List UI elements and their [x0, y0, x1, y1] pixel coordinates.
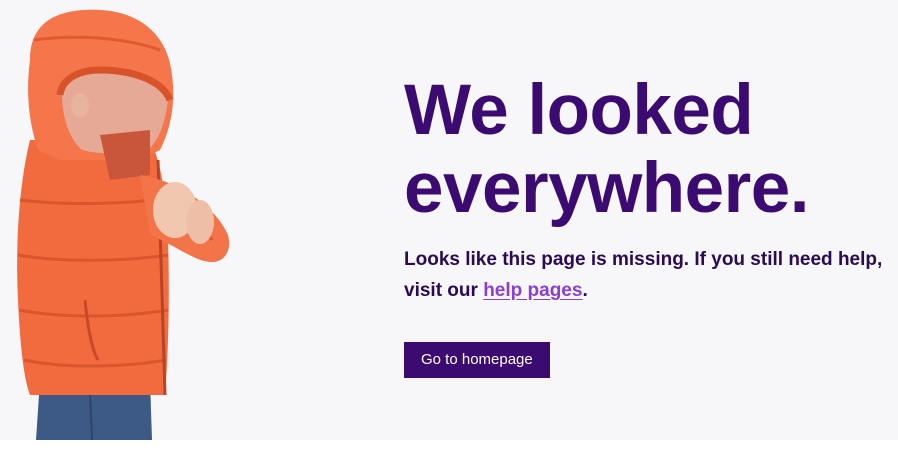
page-title-line-1: We looked: [404, 71, 754, 150]
page-bottom-strip: [0, 440, 898, 457]
message-period: .: [582, 280, 588, 301]
child-in-orange-jacket-image: [0, 0, 260, 440]
error-content: We looked everywhere. Looks like this pa…: [404, 72, 894, 378]
error-page: We looked everywhere. Looks like this pa…: [0, 0, 898, 440]
page-title: We looked everywhere.: [404, 72, 894, 228]
missing-page-message: Looks like this page is missing. If you …: [404, 244, 894, 306]
go-to-homepage-button[interactable]: Go to homepage: [404, 342, 550, 378]
help-pages-link[interactable]: help pages: [483, 280, 582, 301]
page-title-line-2: everywhere.: [404, 149, 810, 228]
message-text: Looks like this page is missing. If you …: [404, 249, 883, 301]
